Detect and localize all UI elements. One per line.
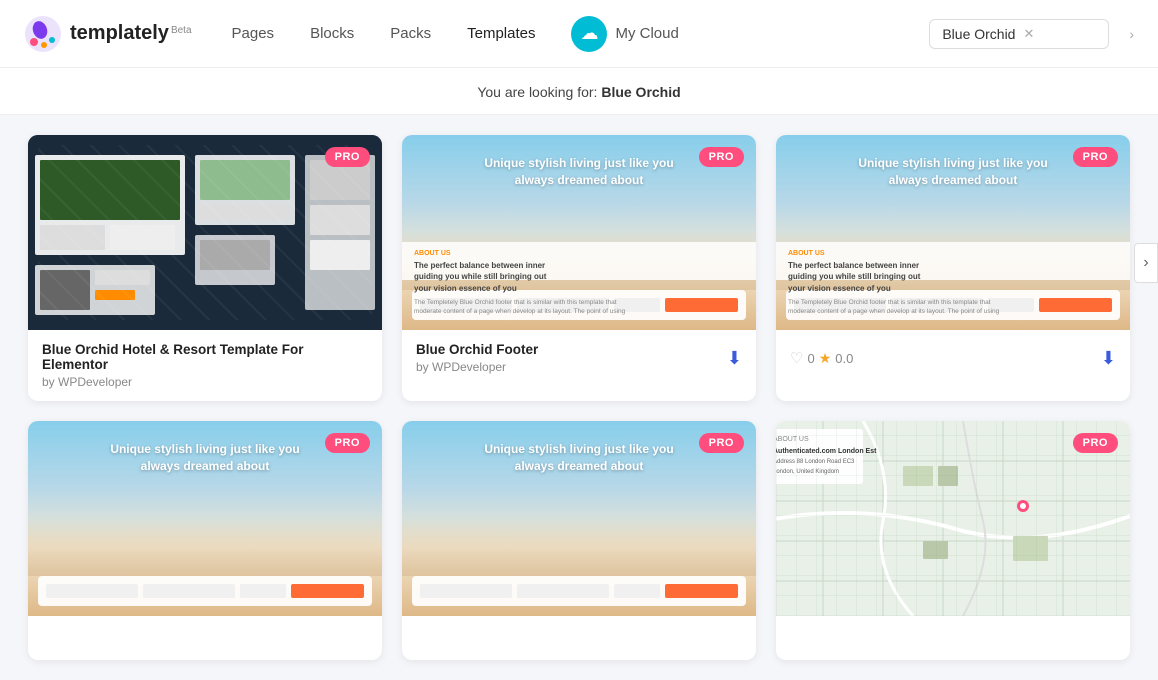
card-1-thumb: PRO — [28, 135, 382, 330]
cards-grid: PRO Blue Orchid Hotel & Resort Template … — [0, 115, 1158, 680]
card-2-author: by WPDeveloper — [416, 360, 727, 374]
card-5-pro-badge: PRO — [699, 433, 744, 453]
search-clear-icon[interactable]: ✕ — [1023, 26, 1034, 42]
svg-text:Authenticated.com London Est: Authenticated.com London Est — [776, 448, 877, 455]
card-4-thumb: Unique stylish living just like youalway… — [28, 421, 382, 616]
card-6[interactable]: ABOUT US Authenticated.com London Est Ad… — [776, 421, 1130, 660]
card-2-download-button[interactable]: ⬇ — [727, 348, 742, 369]
card-2-body: Blue Orchid Footer by WPDeveloper ⬇ — [402, 330, 756, 386]
search-value: Blue Orchid — [942, 26, 1015, 42]
main-nav: Pages Blocks Packs Templates ☁ My Cloud — [232, 16, 930, 52]
search-query: Blue Orchid — [601, 84, 680, 100]
card-6-thumb: ABOUT US Authenticated.com London Est Ad… — [776, 421, 1130, 616]
card-3-download-button[interactable]: ⬇ — [1101, 348, 1116, 369]
search-prefix: You are looking for: — [477, 84, 597, 100]
card-1-info: Blue Orchid Hotel & Resort Template For … — [42, 342, 368, 389]
logo-text: templatelyBeta — [70, 22, 192, 45]
card-5-body — [402, 616, 756, 660]
card-6-pro-badge: PRO — [1073, 433, 1118, 453]
card-3-info: ♡ 0 ★ 0.0 — [790, 349, 1101, 367]
card-2[interactable]: Unique stylish living just like youalway… — [402, 135, 756, 401]
card-6-body — [776, 616, 1130, 660]
my-cloud-button[interactable]: ☁ My Cloud — [571, 16, 678, 52]
nav-packs[interactable]: Packs — [390, 25, 431, 42]
svg-text:Address 88 London Road EC3: Address 88 London Road EC3 — [776, 459, 855, 465]
scroll-right-arrow[interactable]: › — [1134, 243, 1158, 283]
rating-value: 0.0 — [835, 351, 853, 366]
search-bar: You are looking for: Blue Orchid — [0, 68, 1158, 115]
card-3[interactable]: Unique stylish living just like youalway… — [776, 135, 1130, 401]
scroll-right-icon[interactable]: › — [1129, 26, 1134, 42]
card-3-thumb: Unique stylish living just like youalway… — [776, 135, 1130, 330]
star-icon: ★ — [819, 350, 832, 367]
logo-icon — [24, 15, 62, 53]
card-4[interactable]: Unique stylish living just like youalway… — [28, 421, 382, 660]
card-2-info: Blue Orchid Footer by WPDeveloper — [416, 342, 727, 374]
card-3-actions: ⬇ — [1101, 348, 1116, 369]
search-box[interactable]: Blue Orchid ✕ — [929, 19, 1109, 49]
nav-pages[interactable]: Pages — [232, 25, 275, 42]
like-count: 0 — [807, 351, 814, 366]
card-2-pro-badge: PRO — [699, 147, 744, 167]
header-right: Blue Orchid ✕ › — [929, 19, 1134, 49]
svg-text:London, United Kingdom: London, United Kingdom — [776, 469, 839, 475]
card-5[interactable]: Unique stylish living just like youalway… — [402, 421, 756, 660]
svg-text:ABOUT US: ABOUT US — [776, 436, 809, 443]
card-1-author: by WPDeveloper — [42, 375, 368, 389]
nav-blocks[interactable]: Blocks — [310, 25, 354, 42]
my-cloud-label: My Cloud — [615, 25, 678, 42]
card-3-rating: ♡ 0 ★ 0.0 — [790, 349, 1101, 367]
card-3-pro-badge: PRO — [1073, 147, 1118, 167]
card-2-actions: ⬇ — [727, 348, 742, 369]
heart-icon: ♡ — [790, 349, 803, 367]
card-4-pro-badge: PRO — [325, 433, 370, 453]
card-3-body: ♡ 0 ★ 0.0 ⬇ — [776, 330, 1130, 386]
card-1-title: Blue Orchid Hotel & Resort Template For … — [42, 342, 368, 372]
card-5-thumb: Unique stylish living just like youalway… — [402, 421, 756, 616]
card-2-title: Blue Orchid Footer — [416, 342, 727, 357]
card-2-thumb: Unique stylish living just like youalway… — [402, 135, 756, 330]
card-1[interactable]: PRO Blue Orchid Hotel & Resort Template … — [28, 135, 382, 401]
header: templatelyBeta Pages Blocks Packs Templa… — [0, 0, 1158, 68]
card-1-body: Blue Orchid Hotel & Resort Template For … — [28, 330, 382, 401]
cloud-icon: ☁ — [571, 16, 607, 52]
card-4-body — [28, 616, 382, 660]
logo-area[interactable]: templatelyBeta — [24, 15, 192, 53]
card-1-pro-badge: PRO — [325, 147, 370, 167]
nav-templates[interactable]: Templates — [467, 25, 535, 42]
